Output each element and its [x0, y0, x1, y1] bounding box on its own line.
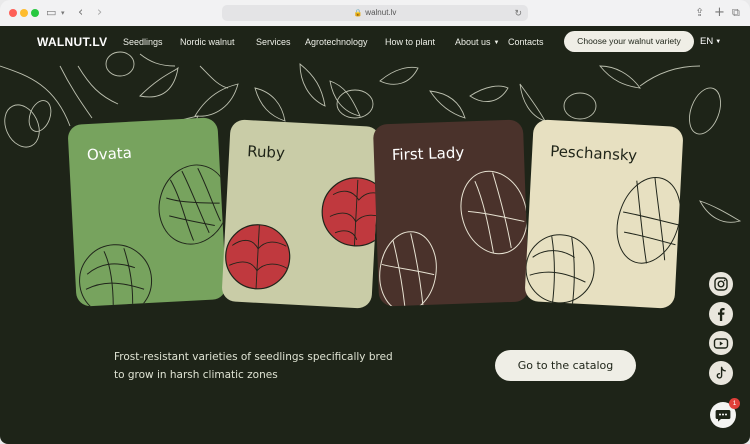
- chat-notification-badge: 1: [729, 398, 740, 409]
- sidebar-icon[interactable]: ▭: [46, 5, 56, 21]
- facebook-icon[interactable]: [709, 302, 733, 326]
- reload-icon[interactable]: ↻: [514, 5, 522, 21]
- nav-item-contacts[interactable]: Contacts: [508, 37, 544, 47]
- url-text: walnut.lv: [365, 8, 397, 17]
- minimize-window-button[interactable]: [20, 9, 28, 17]
- nav-item-about-us-label: About us: [455, 37, 491, 47]
- share-icon[interactable]: ⇪: [695, 5, 704, 21]
- browser-toolbar: ▭ ▾ ‹ › 🔒 walnut.lv ↻ ⇪ + ⧉: [0, 0, 750, 26]
- nav-item-about-us[interactable]: About us ▼: [455, 37, 499, 47]
- variety-card-first-lady[interactable]: First Lady: [372, 119, 530, 307]
- new-tab-icon[interactable]: +: [714, 5, 725, 21]
- maximize-window-button[interactable]: [31, 9, 39, 17]
- instagram-icon[interactable]: [709, 272, 733, 296]
- tiktok-icon[interactable]: [709, 361, 733, 385]
- chevron-down-icon: ▼: [715, 39, 722, 45]
- site-logo[interactable]: WALNUT.LV: [37, 35, 107, 49]
- variety-card-peschansky[interactable]: Peschansky: [524, 119, 684, 309]
- tabs-icon[interactable]: ⧉: [732, 5, 740, 21]
- card-title: Ovata: [86, 143, 133, 165]
- back-icon[interactable]: ‹: [78, 5, 83, 21]
- language-label: EN: [700, 36, 714, 47]
- chevron-down-icon[interactable]: ▾: [61, 5, 65, 21]
- chevron-down-icon: ▼: [493, 40, 500, 46]
- youtube-icon[interactable]: [709, 331, 733, 355]
- card-title: First Lady: [391, 143, 465, 165]
- nav-item-agrotechnology[interactable]: Agrotechnology: [305, 37, 368, 47]
- address-bar[interactable]: 🔒 walnut.lv ↻: [222, 5, 528, 21]
- hero-tagline: Frost-resistant varieties of seedlings s…: [114, 351, 393, 381]
- choose-variety-button[interactable]: Choose your walnut variety: [564, 31, 694, 52]
- card-title: Ruby: [246, 142, 286, 163]
- nav-item-seedlings[interactable]: Seedlings: [123, 37, 163, 47]
- nav-item-how-to-plant[interactable]: How to plant: [385, 37, 435, 47]
- close-window-button[interactable]: [9, 9, 17, 17]
- walnut-illustration: [225, 177, 381, 290]
- catalog-button[interactable]: Go to the catalog: [495, 350, 636, 381]
- lock-icon: 🔒: [353, 10, 363, 17]
- website: WALNUT.LV Seedlings Nordic walnut Servic…: [0, 26, 750, 444]
- variety-card-ruby[interactable]: Ruby: [221, 119, 381, 309]
- forward-icon[interactable]: ›: [97, 5, 102, 21]
- variety-card-ovata[interactable]: Ovata: [67, 117, 227, 307]
- main-navigation: WALNUT.LV Seedlings Nordic walnut Servic…: [0, 26, 750, 58]
- nav-item-nordic-walnut[interactable]: Nordic walnut: [180, 37, 235, 47]
- nav-item-services[interactable]: Services: [256, 37, 291, 47]
- language-selector[interactable]: EN ▼: [700, 36, 721, 47]
